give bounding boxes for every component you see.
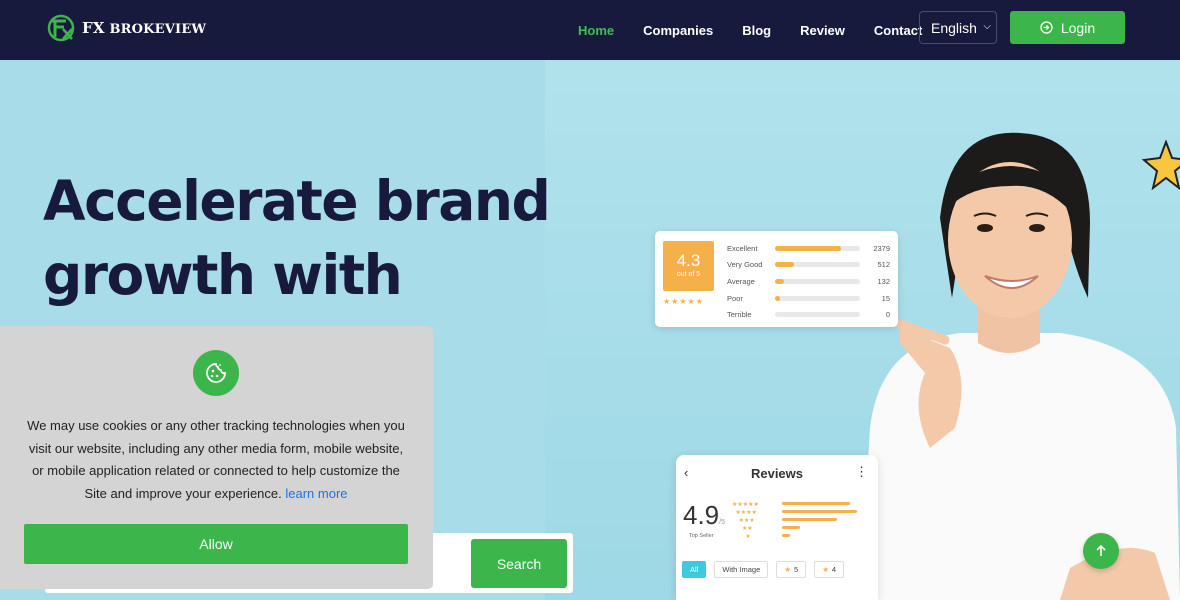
rating-row-track bbox=[775, 262, 860, 268]
rating-stars-icon: ★★★★★ bbox=[663, 297, 704, 306]
woman-photo bbox=[860, 132, 1180, 600]
login-label: Login bbox=[1060, 19, 1096, 36]
reviews-bar bbox=[782, 510, 857, 513]
rating-row-label: Excellent bbox=[727, 243, 758, 253]
chevron-down-icon: ⌵ bbox=[983, 21, 991, 32]
nav-item-home[interactable]: Home bbox=[578, 23, 614, 38]
rating-row-count: 0 bbox=[885, 310, 890, 320]
rating-row-label: Terrible bbox=[727, 310, 752, 320]
scroll-to-top-button[interactable] bbox=[1083, 533, 1119, 569]
reviews-filters: All With Image ★ 5 ★ 4 bbox=[682, 561, 845, 578]
rating-row: Terrible 0 bbox=[727, 306, 892, 323]
filter-chip-5-star[interactable]: ★ 5 bbox=[776, 561, 807, 578]
reviews-stars-icon: ★★★★★ ★★★★ ★★★ ★★ ★ bbox=[732, 502, 759, 540]
reviews-card: ‹ Reviews ⋮ 4.9/5 Top Seller ★★★★★ ★★★★ … bbox=[676, 455, 878, 600]
reviews-bar bbox=[782, 526, 800, 529]
reviews-bars bbox=[782, 502, 857, 542]
headline-line-2: growth with bbox=[43, 243, 403, 307]
rating-row-track bbox=[775, 295, 860, 301]
brand-name: FX BROKEVIEW bbox=[82, 19, 207, 37]
rating-row-fill bbox=[775, 262, 794, 268]
rating-row: Excellent 2379 bbox=[727, 240, 892, 257]
brand-logo[interactable]: FX BROKEVIEW bbox=[46, 13, 206, 43]
main-nav: Home Companies Blog Review Contact bbox=[578, 0, 951, 60]
cookie-icon bbox=[193, 350, 239, 396]
rating-row: Average 132 bbox=[727, 273, 892, 290]
nav-item-companies[interactable]: Companies bbox=[643, 23, 713, 38]
rating-row-count: 2379 bbox=[873, 243, 890, 253]
rating-row-track bbox=[775, 245, 860, 251]
reviews-card-title: Reviews bbox=[750, 466, 804, 481]
cookie-message: We may use cookies or any other tracking… bbox=[22, 415, 410, 505]
rating-row-label: Average bbox=[727, 276, 755, 286]
more-vertical-icon: ⋮ bbox=[855, 464, 868, 479]
star-icon: ★ bbox=[822, 565, 829, 574]
allow-cookies-button[interactable]: Allow bbox=[24, 524, 408, 564]
star-decoration-icon bbox=[1141, 140, 1180, 190]
top-navbar: FX BROKEVIEW Home Companies Blog Review … bbox=[0, 0, 1180, 60]
rating-summary-card: 4.3 out of 5 ★★★★★ Excellent 2379 Very G… bbox=[655, 231, 898, 327]
rating-score: 4.3 bbox=[676, 251, 701, 270]
rating-row-fill bbox=[775, 245, 842, 251]
rating-row-track bbox=[775, 278, 860, 284]
cookie-consent-banner: We may use cookies or any other tracking… bbox=[0, 326, 433, 589]
cookie-message-text: We may use cookies or any other tracking… bbox=[27, 418, 405, 501]
nav-item-blog[interactable]: Blog bbox=[742, 23, 771, 38]
rating-score-caption: out of 5 bbox=[676, 271, 701, 278]
rating-row-track bbox=[775, 312, 860, 318]
rating-row-count: 512 bbox=[877, 260, 890, 270]
rating-row-fill bbox=[775, 278, 784, 284]
login-button[interactable]: Login bbox=[1010, 11, 1125, 44]
rating-row-fill bbox=[775, 295, 781, 301]
hero-headline: Accelerate brand growth with bbox=[43, 164, 563, 312]
rating-row-label: Poor bbox=[727, 293, 743, 303]
login-icon bbox=[1040, 21, 1053, 34]
reviews-bar bbox=[782, 518, 837, 521]
rating-score-box: 4.3 out of 5 bbox=[663, 241, 714, 291]
nav-item-review[interactable]: Review bbox=[800, 23, 845, 38]
rating-row-count: 15 bbox=[881, 293, 890, 303]
rating-breakdown: Excellent 2379 Very Good 512 Average 132… bbox=[727, 240, 892, 323]
filter-chip-all[interactable]: All bbox=[682, 561, 707, 578]
learn-more-link[interactable]: learn more bbox=[285, 486, 347, 501]
star-icon: ★ bbox=[784, 565, 792, 574]
rating-row: Very Good 512 bbox=[727, 257, 892, 274]
rating-row: Poor 15 bbox=[727, 290, 892, 307]
logo-icon bbox=[47, 14, 75, 42]
reviews-bar bbox=[782, 534, 790, 537]
filter-chip-4-star[interactable]: ★ 4 bbox=[814, 561, 845, 578]
filter-chip-with-image[interactable]: With Image bbox=[714, 561, 769, 578]
headline-line-1: Accelerate brand bbox=[43, 169, 551, 233]
rating-row-label: Very Good bbox=[727, 260, 763, 270]
language-select[interactable]: English ⌵ bbox=[919, 11, 997, 44]
reviews-card-seller: Top Seller bbox=[689, 533, 714, 539]
search-button[interactable]: Search bbox=[471, 539, 567, 588]
nav-item-contact[interactable]: Contact bbox=[874, 23, 922, 38]
reviews-bar bbox=[782, 502, 850, 505]
reviews-card-score: 4.9/5 bbox=[683, 500, 725, 530]
arrow-up-icon bbox=[1096, 544, 1106, 556]
rating-row-count: 132 bbox=[877, 276, 890, 286]
language-value: English bbox=[931, 19, 977, 36]
